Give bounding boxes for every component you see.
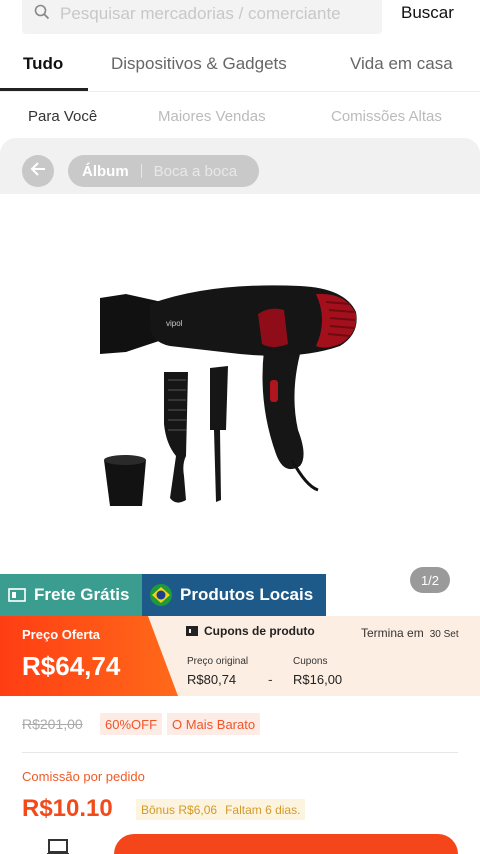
album-tab[interactable]: Álbum — [82, 163, 129, 180]
bonus-tag: Bônus R$6,06 Faltam 6 dias. — [136, 799, 306, 820]
subtab-comissoes-altas[interactable]: Comissões Altas — [331, 108, 442, 125]
tab-dispositivos-gadgets[interactable]: Dispositivos & Gadgets — [111, 54, 287, 74]
category-tabs: Tudo Dispositivos & Gadgets Vida em casa — [0, 50, 480, 92]
tab-vida-em-casa[interactable]: Vida em casa — [350, 54, 453, 74]
coupon-title-label: Cupons de produto — [204, 624, 315, 638]
coupon-title: Cupons de produto — [186, 624, 315, 638]
back-arrow-icon — [29, 160, 47, 183]
discount-tag: 60%OFF — [100, 713, 163, 735]
svg-text:vipol: vipol — [166, 319, 183, 328]
frete-gratis-label: Frete Grátis — [34, 585, 130, 604]
coupon-deadline: Termina em 30 Set — [361, 626, 459, 640]
product-image: vipol — [100, 285, 357, 506]
primary-action-button[interactable] — [114, 834, 458, 854]
commission-label: Comissão por pedido — [22, 769, 145, 784]
app-screen: Pesquisar mercadorias / comerciante Busc… — [0, 0, 480, 854]
album-pill[interactable]: Álbum Boca a boca — [68, 155, 259, 187]
search-icon — [34, 4, 50, 25]
offer-price: R$64,74 — [22, 651, 121, 681]
tab-tudo[interactable]: Tudo — [23, 54, 63, 74]
subtab-maiores-vendas[interactable]: Maiores Vendas — [158, 108, 266, 125]
frete-icon — [8, 588, 26, 602]
original-price-label: Preço original — [187, 656, 249, 667]
pill-divider — [140, 164, 142, 178]
produtos-locais-badge: Produtos Locais — [142, 574, 326, 616]
coupon-icon — [186, 626, 198, 636]
original-price-value: R$80,74 — [187, 672, 237, 687]
back-button[interactable] — [22, 155, 54, 187]
cheapest-tag: O Mais Barato — [167, 713, 261, 735]
ends-date: 30 Set — [429, 629, 459, 640]
section-divider — [22, 752, 458, 753]
offer-label: Preço Oferta — [22, 627, 101, 642]
produtos-locais-label: Produtos Locais — [180, 585, 314, 604]
subtab-para-voce[interactable]: Para Você — [28, 108, 97, 125]
boca-a-boca-tab[interactable]: Boca a boca — [154, 163, 237, 180]
search-row: Pesquisar mercadorias / comerciante Busc… — [0, 0, 480, 34]
old-price: R$201,00 — [22, 716, 83, 732]
product-image-gallery[interactable]: vipol — [0, 194, 480, 574]
commission-value: R$10.10 — [22, 795, 113, 822]
shop-icon[interactable] — [46, 838, 70, 854]
ends-label: Termina em — [361, 626, 424, 640]
coupons-label: Cupons — [293, 656, 328, 667]
bonus-value: Bônus R$6,06 — [141, 802, 218, 817]
search-button[interactable]: Buscar — [401, 3, 454, 23]
search-input[interactable]: Pesquisar mercadorias / comerciante — [22, 0, 382, 34]
price-separator: - — [268, 671, 273, 687]
bonus-remaining: Faltam 6 dias. — [225, 802, 301, 817]
gallery-page-indicator: 1/2 — [410, 567, 450, 593]
search-placeholder: Pesquisar mercadorias / comerciante — [60, 4, 341, 23]
tabs-divider — [0, 91, 480, 92]
coupons-value: R$16,00 — [293, 672, 343, 687]
brazil-flag-icon — [150, 584, 172, 606]
frete-gratis-badge: Frete Grátis — [0, 574, 142, 616]
